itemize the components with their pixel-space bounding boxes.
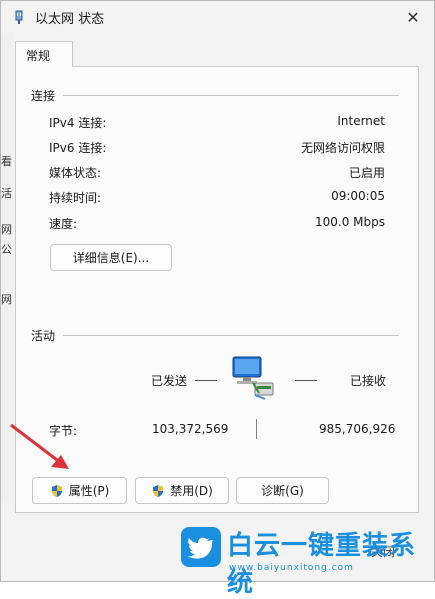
annotation-arrow-icon (10, 423, 69, 469)
received-connector-line (295, 380, 317, 381)
section-divider (63, 95, 399, 96)
details-button[interactable]: 详细信息(E)... (50, 244, 172, 271)
media-state-value: 已启用 (348, 166, 385, 180)
strip-text: 网 (1, 223, 12, 236)
network-computer-icon (232, 356, 274, 400)
close-icon: ✕ (406, 7, 420, 27)
ethernet-status-window: 以太网 状态 ✕ 看 活 网 公 网 常规 连接 IPv4 连接: Intern… (0, 0, 435, 598)
strip-text: 网 (1, 293, 12, 306)
properties-button-label: 属性(P) (68, 484, 110, 498)
network-adapter-icon (15, 10, 23, 24)
duration-value: 09:00:05 (331, 189, 385, 203)
details-button-label: 详细信息(E)... (72, 251, 150, 265)
watermark: 白云一键重装系统 www.baiyunxitong.com (181, 525, 431, 598)
title-bar: 以太网 状态 ✕ (1, 1, 434, 33)
speed-label: 速度: (49, 217, 78, 231)
strip-text: 看 (1, 155, 12, 168)
duration-label: 持续时间: (49, 191, 102, 205)
disable-button-label: 禁用(D) (170, 484, 213, 498)
close-button[interactable]: ✕ (400, 5, 426, 29)
activity-section-title: 活动 (31, 329, 56, 343)
uac-shield-icon (51, 484, 62, 497)
bytes-received-value: 985,706,926 (319, 422, 396, 436)
strip-text: 公 (1, 243, 12, 256)
sent-connector-line (195, 380, 217, 381)
speed-value: 100.0 Mbps (314, 215, 385, 229)
media-state-label: 媒体状态: (49, 166, 102, 180)
watermark-url: www.baiyunxitong.com (229, 563, 354, 573)
watermark-text: 白云一键重装系统 (227, 531, 417, 598)
sent-label: 已发送 (151, 374, 188, 388)
strip-text: 活 (1, 187, 12, 200)
bytes-sent-value: 103,372,569 (152, 422, 229, 436)
properties-button[interactable]: 属性(P) (32, 477, 127, 504)
diagnose-button-label: 诊断(G) (261, 484, 304, 498)
ipv6-value: 无网络访问权限 (300, 141, 385, 155)
diagnose-button[interactable]: 诊断(G) (236, 477, 329, 504)
ipv6-label: IPv6 连接: (49, 141, 107, 155)
tab-general[interactable]: 常规 (15, 41, 73, 67)
uac-shield-icon (153, 484, 164, 497)
ipv4-label: IPv4 连接: (49, 116, 107, 130)
window-title: 以太网 状态 (35, 12, 105, 27)
connection-section-title: 连接 (31, 89, 56, 103)
disable-button[interactable]: 禁用(D) (135, 477, 229, 504)
received-label: 已接收 (350, 374, 387, 388)
ipv4-value: Internet (337, 114, 385, 128)
bytes-separator (256, 419, 257, 439)
twitter-bird-icon (181, 527, 221, 567)
section-divider (63, 335, 399, 336)
tab-general-label: 常规 (26, 49, 51, 63)
